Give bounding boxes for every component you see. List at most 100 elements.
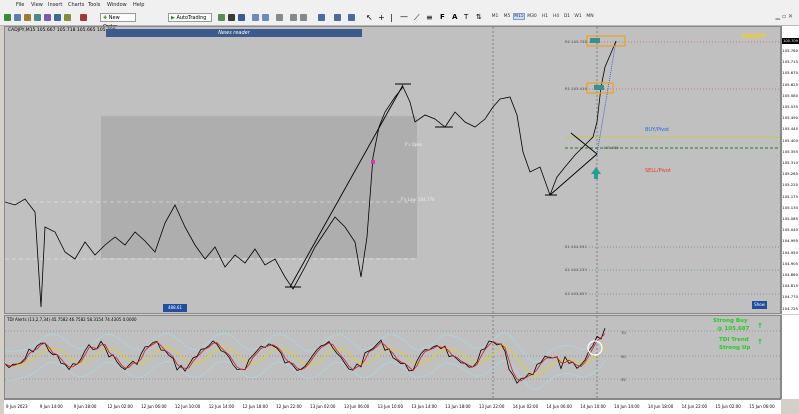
symbol-corner-label: CADJPY xyxy=(741,33,767,40)
show-button[interactable]: Show xyxy=(752,301,767,309)
level-r1: R1 105.416 xyxy=(565,86,587,91)
menu-tools[interactable]: Tools xyxy=(88,2,100,8)
tester-icon[interactable] xyxy=(64,14,71,21)
market-watch-icon[interactable] xyxy=(24,14,31,21)
fibonacci-icon[interactable]: F xyxy=(440,13,445,21)
autotrading-button[interactable]: ▶ AutoTrading xyxy=(168,13,212,22)
menu-window[interactable]: Window xyxy=(107,2,127,8)
timeframe-mn[interactable]: MN xyxy=(585,14,595,19)
time-tick: 13 Jun 18:00 xyxy=(445,404,471,409)
time-tick: 13 Jun 10:00 xyxy=(377,404,404,409)
tdi-canvas xyxy=(5,316,780,398)
navigator-icon[interactable] xyxy=(44,14,51,21)
timeframe-h1[interactable]: H1 xyxy=(540,14,550,19)
crosshair-icon[interactable]: + xyxy=(378,13,385,22)
time-tick: 14 Jun 14:00 xyxy=(614,404,640,409)
timeframe-m1[interactable]: M1 xyxy=(490,14,500,19)
timeframe-d1[interactable]: D1 xyxy=(562,14,572,19)
menu-help[interactable]: Help xyxy=(133,2,144,8)
signal-price: @ 105.687 xyxy=(717,326,750,332)
level-s1: S1 104.591 xyxy=(565,244,587,249)
text-icon[interactable]: A xyxy=(452,13,457,21)
time-tick: 14 Jun 10:00 xyxy=(580,404,606,409)
toolbar: ✚ New Order ▶ AutoTrading ↖ + | — ⟋ ≡ F … xyxy=(0,11,799,30)
window-controls[interactable]: ▁ ▫ ✕ xyxy=(775,13,793,20)
price-tick: 105.670 xyxy=(782,70,798,76)
timeframe-m30[interactable]: M30 xyxy=(527,14,537,19)
periods-icon[interactable] xyxy=(334,14,341,21)
price-tick: 105.580 xyxy=(782,92,798,98)
channel-icon[interactable]: ≡ xyxy=(426,13,433,22)
timeframe-h4[interactable]: H4 xyxy=(551,14,561,19)
time-tick: 13 Jun 22:00 xyxy=(478,404,505,409)
price-tick: 105.760 xyxy=(782,48,798,53)
chart-shift-icon[interactable] xyxy=(300,14,307,21)
price-tick: 105.535 xyxy=(782,104,798,109)
tile-windows-icon[interactable] xyxy=(276,14,283,21)
zoom-in-icon[interactable] xyxy=(252,14,259,21)
buy-arrow-icon xyxy=(591,167,601,179)
label-icon[interactable]: T xyxy=(464,13,468,21)
time-tick: 13 Jun 06:00 xyxy=(343,404,370,409)
main-chart[interactable]: CADJPY,M15 105.667 105.718 105.665 105.7… xyxy=(4,26,781,314)
vertical-line-icon[interactable]: | xyxy=(390,13,393,22)
menu-insert[interactable]: Insert xyxy=(48,2,62,8)
autoscroll-icon[interactable] xyxy=(290,14,297,21)
bar-chart-icon[interactable] xyxy=(218,14,225,21)
price-axis: 105.709 105.760 105.715 105.670 105.625 105.… xyxy=(781,26,799,314)
templates-icon[interactable] xyxy=(348,14,355,21)
price-tick: 105.715 xyxy=(782,59,798,65)
time-tick: 14 Jun 18:00 xyxy=(647,404,674,409)
menu-file[interactable]: File xyxy=(16,2,24,8)
zoom-out-icon[interactable] xyxy=(262,14,269,21)
buy-pivot-label: BUY/Pivot xyxy=(645,127,670,133)
arrows-icon[interactable]: ⇅ xyxy=(476,13,482,21)
menu-view[interactable]: View xyxy=(31,2,43,8)
trendline-icon[interactable]: ⟋ xyxy=(414,13,420,23)
level-pp: 105.080 xyxy=(603,145,619,150)
marker-square xyxy=(371,160,375,164)
price-tick: 105.355 xyxy=(782,148,798,154)
signal-strong-up: Strong Up xyxy=(719,345,751,351)
price-tick: 105.040 xyxy=(782,227,798,233)
tdi-level-70: 70 xyxy=(621,330,626,335)
time-tick: 14 Jun 22:00 xyxy=(681,404,708,409)
price-tick: 104.770 xyxy=(782,294,798,300)
tdi-axis xyxy=(781,315,799,399)
time-tick: 12 Jun 10:00 xyxy=(174,404,201,409)
range-box xyxy=(101,116,417,258)
metaeditor-icon[interactable] xyxy=(80,14,87,21)
time-tick: 9 Jun 14:00 xyxy=(39,404,63,409)
line-chart-icon[interactable] xyxy=(238,14,245,21)
price-tick: 104.815 xyxy=(782,283,798,289)
time-tick: 15 Jun 06:00 xyxy=(749,404,775,409)
timeframe-w1[interactable]: W1 xyxy=(573,14,583,19)
time-tick: 13 Jun 14:00 xyxy=(411,404,437,409)
terminal-icon[interactable] xyxy=(54,14,61,21)
tdi-indicator-panel[interactable]: TDI Alerts (13,2,7,34) 45.7582 46.7582 5… xyxy=(4,315,781,399)
current-price-tag: 105.709 xyxy=(782,38,799,44)
news-reader-bar[interactable]: News reader xyxy=(106,29,362,37)
cursor-icon[interactable]: ↖ xyxy=(366,13,373,22)
time-tick: 14 Jun 02:00 xyxy=(512,404,539,409)
time-tick: 12 Jun 14:00 xyxy=(208,404,235,409)
indicators-icon[interactable] xyxy=(318,14,325,21)
time-tick: 15 Jun 02:00 xyxy=(715,404,741,409)
data-window-icon[interactable] xyxy=(34,14,41,21)
signal-strong-buy: Strong Buy xyxy=(713,318,748,324)
price-tick: 105.085 xyxy=(782,216,798,221)
menu-charts[interactable]: Charts xyxy=(68,2,84,8)
new-chart-icon[interactable] xyxy=(4,14,11,21)
profiles-icon[interactable] xyxy=(14,14,21,21)
price-tick: 104.995 xyxy=(782,238,798,244)
price-tick: 105.265 xyxy=(782,171,798,177)
new-order-button[interactable]: ✚ New Order xyxy=(100,13,136,30)
candlestick-icon[interactable] xyxy=(228,14,235,21)
timeframe-m15[interactable]: M15 xyxy=(513,13,525,20)
price-tick: 105.310 xyxy=(782,160,798,165)
tdi-level-32: 32 xyxy=(621,377,626,382)
price-tick: 104.725 xyxy=(782,305,798,311)
timeframe-m5[interactable]: M5 xyxy=(502,14,512,19)
sell-pivot-label: SELL/Pivot xyxy=(645,168,671,174)
horizontal-line-icon[interactable]: — xyxy=(400,12,408,21)
